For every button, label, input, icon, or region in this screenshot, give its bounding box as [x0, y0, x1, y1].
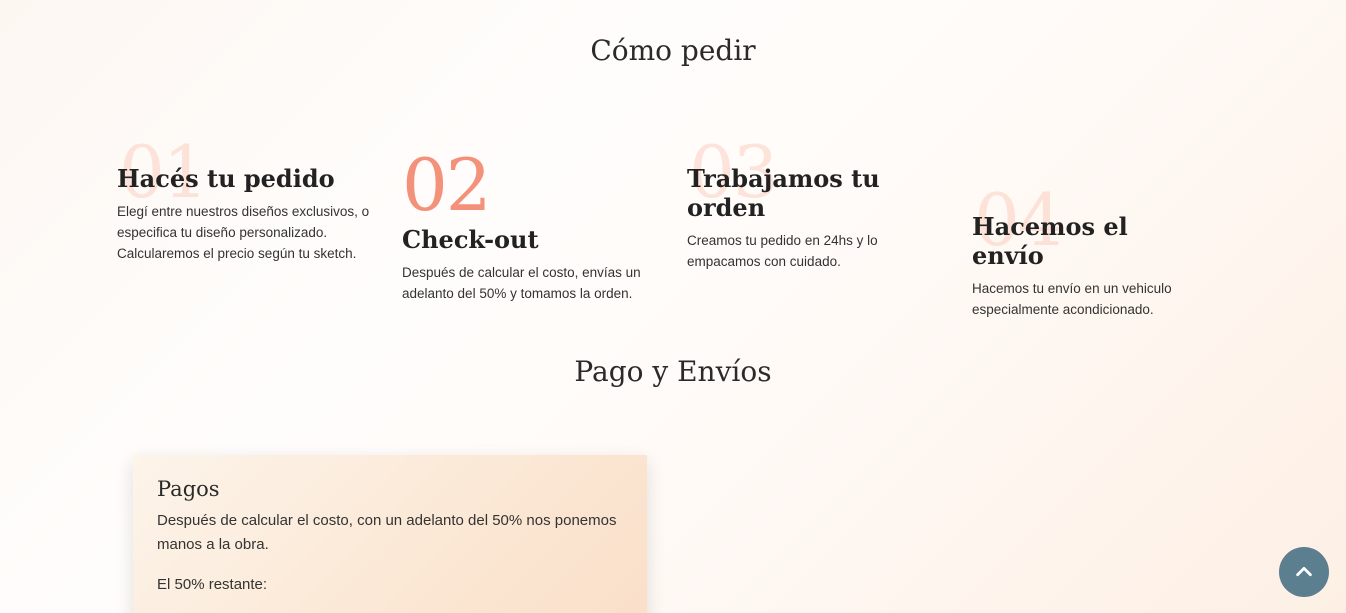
step-title: Trabajamos tu orden — [687, 164, 880, 222]
step-description: Creamos tu pedido en 24hs y lo empacamos… — [687, 233, 878, 269]
step-description: Después de calcular el costo, envías un … — [402, 265, 641, 301]
step-title: Check-out — [402, 225, 539, 254]
step-description: Hacemos tu envío en un vehiculo especial… — [972, 281, 1172, 317]
step-title: Hacés tu pedido — [117, 164, 335, 193]
step-description: Elegí entre nuestros diseños exclusivos,… — [117, 204, 370, 261]
payment-card: Pagos Después de calcular el costo, con … — [133, 455, 647, 613]
section-title-pago-envios: Pago y Envíos — [574, 355, 772, 388]
chevron-up-icon — [1296, 566, 1312, 577]
payment-card-title: Pagos — [157, 477, 220, 501]
payment-card-remaining: El 50% restante: — [157, 576, 268, 593]
step-title: Hacemos el envío — [972, 212, 1128, 270]
scroll-to-top-button[interactable] — [1279, 547, 1329, 597]
step-number: 02 — [402, 143, 492, 227]
payment-card-text: Después de calcular el costo, con un ade… — [157, 512, 617, 553]
step-4: 04 Hacemos el envío Hacemos tu envío en … — [972, 184, 1202, 320]
step-2: 02 Check-out Después de calcular el cost… — [402, 149, 652, 304]
step-3: 03 Trabajamos tu orden Creamos tu pedido… — [687, 136, 897, 272]
step-1: 01 Hacés tu pedido Elegí entre nuestros … — [117, 136, 382, 264]
section-title-como-pedir: Cómo pedir — [590, 34, 756, 67]
